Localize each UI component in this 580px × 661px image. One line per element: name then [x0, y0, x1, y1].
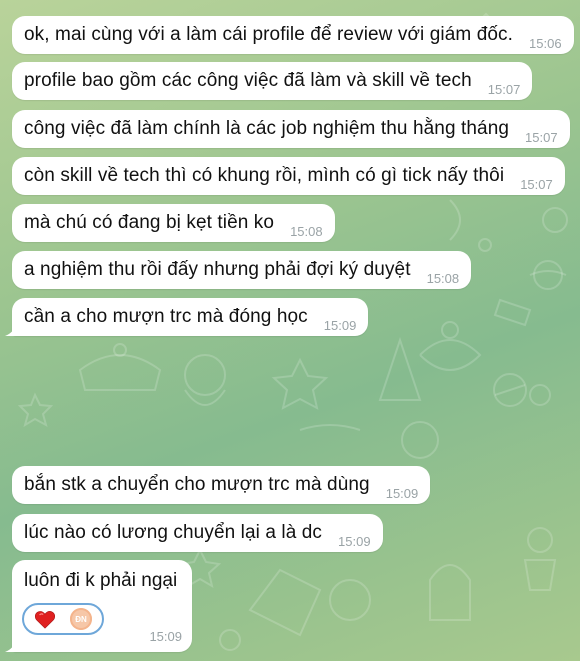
message-text: công việc đã làm chính là các job nghiệm…: [24, 118, 510, 139]
message-bubble[interactable]: cần a cho mượn trc mà đóng học 15:09: [5, 298, 369, 336]
message-text: ok, mai cùng với a làm cái profile để re…: [24, 24, 514, 45]
reactor-avatar[interactable]: ĐN: [70, 608, 92, 630]
message-text: lúc nào có lương chuyển lại a là dc: [24, 522, 323, 543]
message-bubble[interactable]: còn skill về tech thì có khung rồi, mình…: [12, 157, 565, 195]
message-bubble[interactable]: bắn stk a chuyển cho mượn trc mà dùng 15…: [12, 466, 431, 504]
message-time: 15:07: [525, 129, 558, 145]
message-bubble[interactable]: ok, mai cùng với a làm cái profile để re…: [12, 16, 574, 54]
bubble-tail-icon: [5, 640, 17, 652]
red-heart-icon: [35, 611, 55, 629]
message-time: 15:09: [385, 485, 419, 501]
bubble-tail-icon: [5, 324, 17, 336]
message-bubble[interactable]: công việc đã làm chính là các job nghiệm…: [12, 110, 570, 148]
message-bubble[interactable]: a nghiệm thu rồi đấy nhưng phải đợi ký d…: [12, 251, 472, 289]
message-time: 15:06: [529, 35, 562, 51]
message-time: 15:09: [323, 317, 357, 333]
message-time: 15:09: [338, 533, 371, 549]
reaction-chip[interactable]: ĐN: [22, 603, 104, 635]
message-bubble[interactable]: profile bao gồm các công việc đã làm và …: [12, 62, 533, 100]
message-time: 15:08: [426, 270, 460, 286]
message-text: profile bao gồm các công việc đã làm và …: [24, 70, 472, 91]
message-text: mà chú có đang bị kẹt tiền ko: [24, 212, 275, 233]
message-time: 15:09: [149, 629, 182, 644]
message-bubble[interactable]: lúc nào có lương chuyển lại a là dc 15:0…: [12, 514, 383, 552]
message-text: cần a cho mượn trc mà đóng học: [24, 306, 308, 327]
message-text: còn skill về tech thì có khung rồi, mình…: [24, 165, 505, 186]
message-list[interactable]: ok, mai cùng với a làm cái profile để re…: [0, 0, 580, 661]
message-bubble[interactable]: luôn đi k phải ngại ĐN 15:09: [5, 560, 192, 652]
message-text: luôn đi k phải ngại: [24, 570, 178, 591]
message-bubble[interactable]: mà chú có đang bị kẹt tiền ko 15:08: [12, 204, 335, 242]
message-text: bắn stk a chuyển cho mượn trc mà dùng: [24, 474, 370, 495]
message-time: 15:08: [290, 223, 323, 239]
message-text: a nghiệm thu rồi đấy nhưng phải đợi ký d…: [24, 259, 411, 280]
message-time: 15:07: [487, 81, 521, 97]
message-time: 15:07: [520, 176, 553, 192]
